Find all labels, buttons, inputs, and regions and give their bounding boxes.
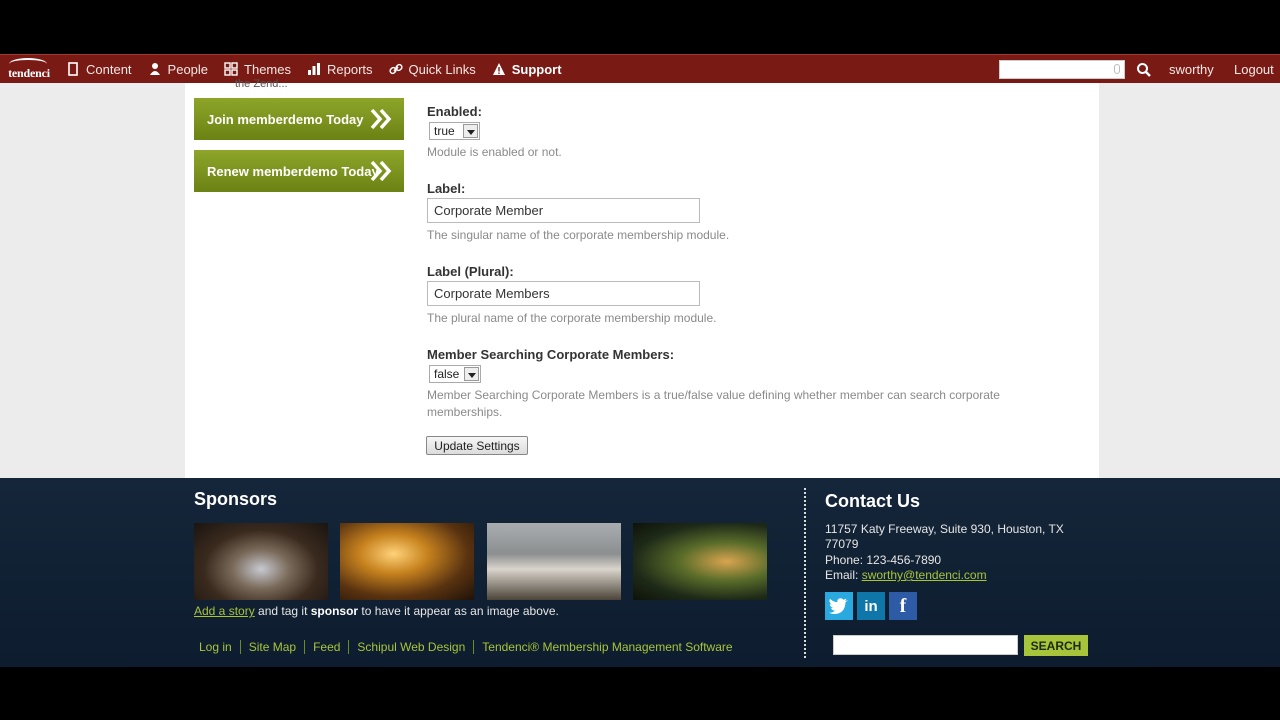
label-input[interactable]: Corporate Member xyxy=(427,198,700,223)
member-search-select[interactable]: false xyxy=(429,365,481,383)
nav-content-label: Content xyxy=(86,61,132,77)
join-button[interactable]: Join memberdemo Today xyxy=(194,98,404,140)
renew-button[interactable]: Renew memberdemo Today xyxy=(194,150,404,192)
facebook-icon[interactable]: f xyxy=(889,592,917,620)
sponsor-image-beach[interactable] xyxy=(487,523,621,600)
email-label: Email: xyxy=(825,568,862,582)
nav-support[interactable]: Support xyxy=(484,55,570,84)
nav-people-label: People xyxy=(167,61,209,77)
footer-link-schipul[interactable]: Schipul Web Design xyxy=(348,640,473,654)
bar-chart-icon xyxy=(307,62,321,76)
sponsors-title: Sponsors xyxy=(194,489,278,509)
label-label: Label: xyxy=(427,181,466,196)
nav-themes-label: Themes xyxy=(244,61,291,77)
nav-support-label: Support xyxy=(511,61,562,77)
logout-link[interactable]: Logout xyxy=(1234,62,1274,77)
tag-text-2: to have it appear as an image above. xyxy=(358,604,559,618)
double-chevron-icon xyxy=(370,159,392,183)
screen: tendenci Content People Themes Reports Q… xyxy=(0,0,1280,720)
enabled-value: true xyxy=(434,124,455,138)
enabled-select[interactable]: true xyxy=(429,122,480,140)
footer-search-button[interactable]: SEARCH xyxy=(1024,635,1088,656)
link-icon xyxy=(388,62,403,76)
footer-divider xyxy=(804,488,806,658)
admin-search-input[interactable] xyxy=(999,60,1125,79)
label-plural-help: The plural name of the corporate members… xyxy=(427,311,717,325)
main-content: the Zend... Join memberdemo Today Renew … xyxy=(185,78,1099,478)
truncated-text: the Zend... xyxy=(235,78,288,90)
linkedin-icon[interactable]: in xyxy=(857,592,885,620)
nav-content[interactable]: Content xyxy=(58,55,140,84)
person-icon xyxy=(148,62,162,76)
user-name-link[interactable]: sworthy xyxy=(1169,62,1214,77)
nav-reports-label: Reports xyxy=(327,61,373,77)
footer-search-input[interactable] xyxy=(833,635,1018,655)
tendenci-logo[interactable]: tendenci xyxy=(0,55,58,84)
contact-phone: Phone: 123-456-7890 xyxy=(825,553,942,567)
footer: Sponsors Add a story and tag it sponsor … xyxy=(0,478,1280,667)
add-story-link[interactable]: Add a story xyxy=(194,604,255,618)
update-settings-button[interactable]: Update Settings xyxy=(426,436,528,455)
sponsor-image-cloister[interactable] xyxy=(194,523,328,600)
page-icon xyxy=(66,62,80,76)
email-link[interactable]: sworthy@tendenci.com xyxy=(862,568,987,582)
sponsor-word: sponsor xyxy=(310,604,359,618)
tag-text-1: and tag it xyxy=(254,604,311,618)
contact-email-line: Email: sworthy@tendenci.com xyxy=(825,568,987,582)
double-chevron-icon xyxy=(370,107,392,131)
footer-link-tendenci[interactable]: Tendenci® Membership Management Software xyxy=(473,640,740,654)
label-help: The singular name of the corporate membe… xyxy=(427,228,730,242)
renew-button-label: Renew memberdemo Today xyxy=(207,163,379,179)
grid-icon xyxy=(224,62,238,76)
member-search-label: Member Searching Corporate Members: xyxy=(427,347,675,362)
label-plural-input[interactable]: Corporate Members xyxy=(427,281,700,306)
contact-address: 11757 Katy Freeway, Suite 930, Houston, … xyxy=(825,522,1064,551)
label-plural-label: Label (Plural): xyxy=(427,264,514,279)
footer-links: Log in Site Map Feed Schipul Web Design … xyxy=(194,640,741,654)
footer-link-login[interactable]: Log in xyxy=(194,640,240,654)
chevron-down-icon[interactable] xyxy=(464,367,479,381)
member-search-help: Member Searching Corporate Members is a … xyxy=(427,388,1000,419)
footer-link-site-map[interactable]: Site Map xyxy=(239,640,304,654)
sponsor-image-riverwalk[interactable] xyxy=(633,523,767,600)
footer-link-feed[interactable]: Feed xyxy=(304,640,348,654)
chevron-down-icon[interactable] xyxy=(463,124,478,138)
nav-quick-links[interactable]: Quick Links xyxy=(381,55,484,84)
join-button-label: Join memberdemo Today xyxy=(207,111,364,127)
twitter-icon[interactable] xyxy=(825,592,853,620)
member-search-value: false xyxy=(434,367,460,381)
sponsor-image-candles[interactable] xyxy=(340,523,474,600)
add-story-line: Add a story and tag it sponsor to have i… xyxy=(194,604,559,618)
enabled-help: Module is enabled or not. xyxy=(427,145,562,159)
warning-icon xyxy=(492,62,506,76)
nav-quick-links-label: Quick Links xyxy=(408,61,476,77)
microphone-icon[interactable] xyxy=(1114,64,1120,74)
nav-people[interactable]: People xyxy=(140,55,216,84)
contact-title: Contact Us xyxy=(825,491,921,511)
admin-bar: tendenci Content People Themes Reports Q… xyxy=(0,54,1280,83)
nav-reports[interactable]: Reports xyxy=(299,55,381,84)
enabled-label: Enabled: xyxy=(427,104,482,119)
search-icon[interactable] xyxy=(1136,62,1152,78)
